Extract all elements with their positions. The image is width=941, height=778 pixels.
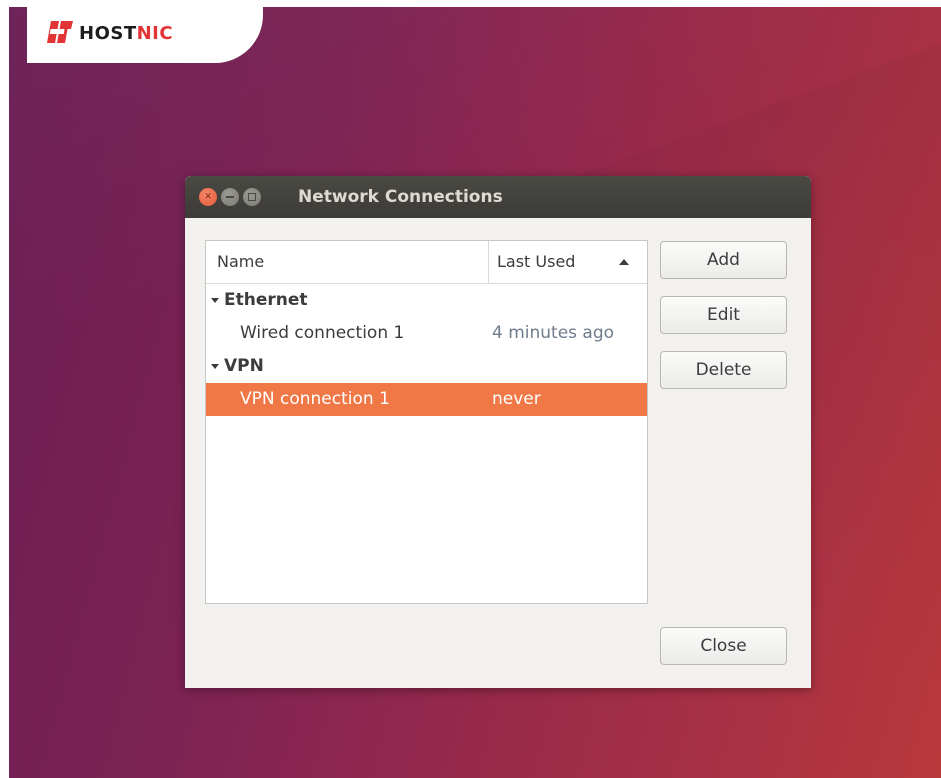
group-row-ethernet[interactable]: Ethernet	[206, 284, 647, 317]
close-button[interactable]: Close	[660, 627, 787, 665]
maximize-icon[interactable]	[243, 188, 261, 206]
connection-row-vpn-1[interactable]: VPN connection 1 never	[206, 383, 647, 416]
column-header-last-used-label: Last Used	[497, 252, 576, 271]
connection-last-used: never	[492, 389, 541, 409]
sort-ascending-icon	[619, 259, 629, 265]
list-header: Name Last Used	[206, 241, 647, 284]
connection-row-wired-1[interactable]: Wired connection 1 4 minutes ago	[206, 317, 647, 350]
window-title: Network Connections	[298, 187, 503, 207]
expander-down-icon[interactable]	[211, 364, 219, 369]
network-connections-window: ✕ Network Connections Name Last Used Eth…	[185, 176, 811, 688]
desktop-background: HOSTNIC ✕ Network Connections Name Last …	[9, 7, 941, 778]
connection-last-used: 4 minutes ago	[492, 323, 615, 343]
expander-down-icon[interactable]	[211, 298, 219, 303]
delete-button[interactable]: Delete	[660, 351, 787, 389]
brand-name: HOSTNIC	[79, 23, 173, 44]
group-label: VPN	[224, 356, 264, 376]
connection-name: VPN connection 1	[240, 389, 390, 409]
column-header-name[interactable]: Name	[206, 241, 489, 283]
close-icon[interactable]: ✕	[199, 188, 217, 206]
brand-logo: HOSTNIC	[27, 7, 263, 63]
brand-name-main: HOST	[79, 23, 137, 44]
connections-list[interactable]: Name Last Used Ethernet Wired connection…	[205, 240, 648, 604]
hostnic-logo-icon	[47, 21, 73, 43]
column-header-name-label: Name	[217, 252, 265, 271]
group-label: Ethernet	[224, 290, 308, 310]
connection-name: Wired connection 1	[240, 323, 405, 343]
minimize-icon[interactable]	[221, 188, 239, 206]
group-row-vpn[interactable]: VPN	[206, 350, 647, 383]
add-button[interactable]: Add	[660, 241, 787, 279]
window-titlebar[interactable]: ✕ Network Connections	[185, 176, 811, 218]
column-header-last-used[interactable]: Last Used	[489, 241, 647, 283]
brand-name-accent: NIC	[136, 23, 174, 44]
edit-button[interactable]: Edit	[660, 296, 787, 334]
